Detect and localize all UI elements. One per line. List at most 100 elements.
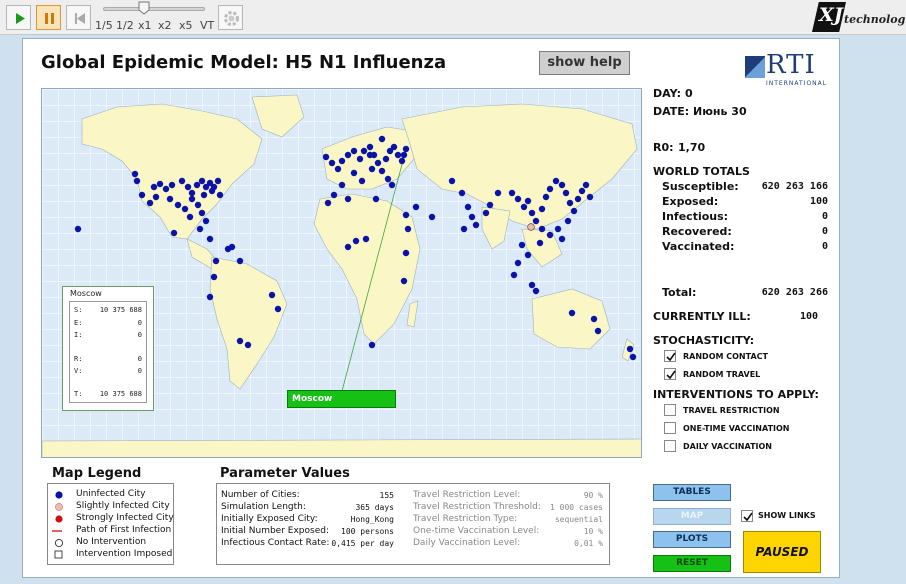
city-marker[interactable] (554, 225, 562, 233)
city-marker[interactable] (350, 169, 358, 177)
city-marker[interactable] (558, 181, 566, 189)
city-marker[interactable] (514, 259, 522, 267)
city-marker[interactable] (388, 181, 396, 189)
plots-button[interactable]: PLOTS (653, 531, 731, 548)
city-marker[interactable] (524, 251, 532, 259)
city-marker[interactable] (328, 159, 336, 167)
city-marker[interactable] (570, 207, 578, 215)
city-marker[interactable] (564, 217, 572, 225)
city-marker[interactable] (494, 189, 502, 197)
city-marker[interactable] (402, 249, 410, 257)
city-marker[interactable] (398, 157, 406, 165)
speed-1-2[interactable]: 1/2 (116, 19, 134, 32)
city-marker[interactable] (200, 191, 208, 199)
city-marker[interactable] (322, 153, 330, 161)
city-marker[interactable] (184, 183, 192, 191)
city-marker[interactable] (178, 177, 186, 185)
speed-slider-track[interactable] (103, 7, 205, 11)
speed-x1[interactable]: x1 (138, 19, 152, 32)
map-button[interactable]: MAP (653, 508, 731, 525)
city-marker[interactable] (170, 229, 178, 237)
city-marker[interactable] (468, 213, 476, 221)
city-marker[interactable] (402, 211, 410, 219)
city-marker[interactable] (330, 191, 338, 199)
city-marker[interactable] (193, 181, 201, 189)
city-marker[interactable] (362, 235, 370, 243)
city-marker[interactable] (194, 201, 202, 209)
city-marker[interactable] (586, 193, 594, 201)
city-marker[interactable] (74, 225, 82, 233)
random-travel-checkbox[interactable] (664, 368, 676, 380)
city-marker[interactable] (578, 187, 586, 195)
city-marker[interactable] (514, 195, 522, 203)
city-marker[interactable] (210, 273, 218, 281)
city-marker[interactable] (368, 165, 376, 173)
city-marker[interactable] (338, 181, 346, 189)
city-marker[interactable] (626, 345, 634, 353)
city-marker[interactable] (344, 151, 352, 159)
city-marker[interactable] (206, 293, 214, 301)
city-marker[interactable] (482, 209, 490, 217)
tables-button[interactable]: TABLES (653, 484, 731, 501)
city-marker[interactable] (174, 201, 182, 209)
city-marker[interactable] (374, 159, 382, 167)
city-marker[interactable] (368, 341, 376, 349)
city-marker[interactable] (188, 195, 196, 203)
city-marker[interactable] (412, 203, 420, 211)
selected-city-tag[interactable]: Moscow (287, 390, 396, 408)
city-marker[interactable] (558, 235, 566, 243)
city-marker[interactable] (532, 287, 540, 295)
city-marker[interactable] (402, 145, 410, 153)
city-marker[interactable] (582, 181, 590, 189)
speed-1-5[interactable]: 1/5 (95, 19, 113, 32)
city-marker[interactable] (460, 225, 468, 233)
city-marker[interactable] (358, 177, 366, 185)
play-button[interactable] (6, 5, 31, 30)
city-marker[interactable] (216, 191, 224, 199)
city-marker[interactable] (536, 239, 544, 247)
city-marker[interactable] (542, 193, 550, 201)
city-marker[interactable] (268, 291, 276, 299)
city-marker[interactable] (508, 189, 516, 197)
city-marker[interactable] (181, 205, 189, 213)
city-marker[interactable] (372, 195, 380, 203)
city-marker[interactable] (334, 165, 342, 173)
city-marker[interactable] (236, 257, 244, 265)
city-marker[interactable] (378, 135, 386, 143)
random-contact-checkbox[interactable] (664, 350, 676, 362)
city-marker[interactable] (236, 337, 244, 345)
city-marker[interactable] (352, 237, 360, 245)
speed-slider-thumb[interactable] (138, 1, 150, 15)
city-marker[interactable] (244, 341, 252, 349)
show-links-checkbox[interactable] (741, 510, 753, 522)
city-marker[interactable] (528, 281, 536, 289)
city-marker[interactable] (350, 147, 358, 155)
city-marker[interactable] (131, 170, 139, 178)
city-marker[interactable] (590, 315, 598, 323)
city-marker[interactable] (566, 199, 574, 207)
city-marker[interactable] (528, 209, 536, 217)
city-marker[interactable] (228, 243, 236, 251)
city-marker[interactable] (400, 277, 408, 285)
show-help-button[interactable]: show help (539, 51, 630, 75)
city-marker[interactable] (168, 181, 176, 189)
city-marker[interactable] (520, 203, 528, 211)
city-marker[interactable] (546, 185, 554, 193)
city-marker[interactable] (214, 177, 222, 185)
city-marker[interactable] (384, 175, 392, 183)
city-marker[interactable] (206, 235, 214, 243)
city-marker[interactable] (562, 189, 570, 197)
speed-x5[interactable]: x5 (179, 19, 193, 32)
city-marker[interactable] (382, 155, 390, 163)
city-marker[interactable] (156, 180, 164, 188)
city-marker[interactable] (538, 205, 546, 213)
travel-restriction-checkbox[interactable] (664, 404, 676, 416)
city-marker[interactable] (166, 195, 174, 203)
city-marker[interactable] (464, 203, 472, 211)
city-marker[interactable] (428, 213, 436, 221)
city-marker[interactable] (546, 231, 554, 239)
city-marker[interactable] (390, 143, 398, 151)
city-marker[interactable] (524, 197, 532, 205)
city-marker[interactable] (344, 243, 352, 251)
rewind-button[interactable] (66, 5, 91, 30)
